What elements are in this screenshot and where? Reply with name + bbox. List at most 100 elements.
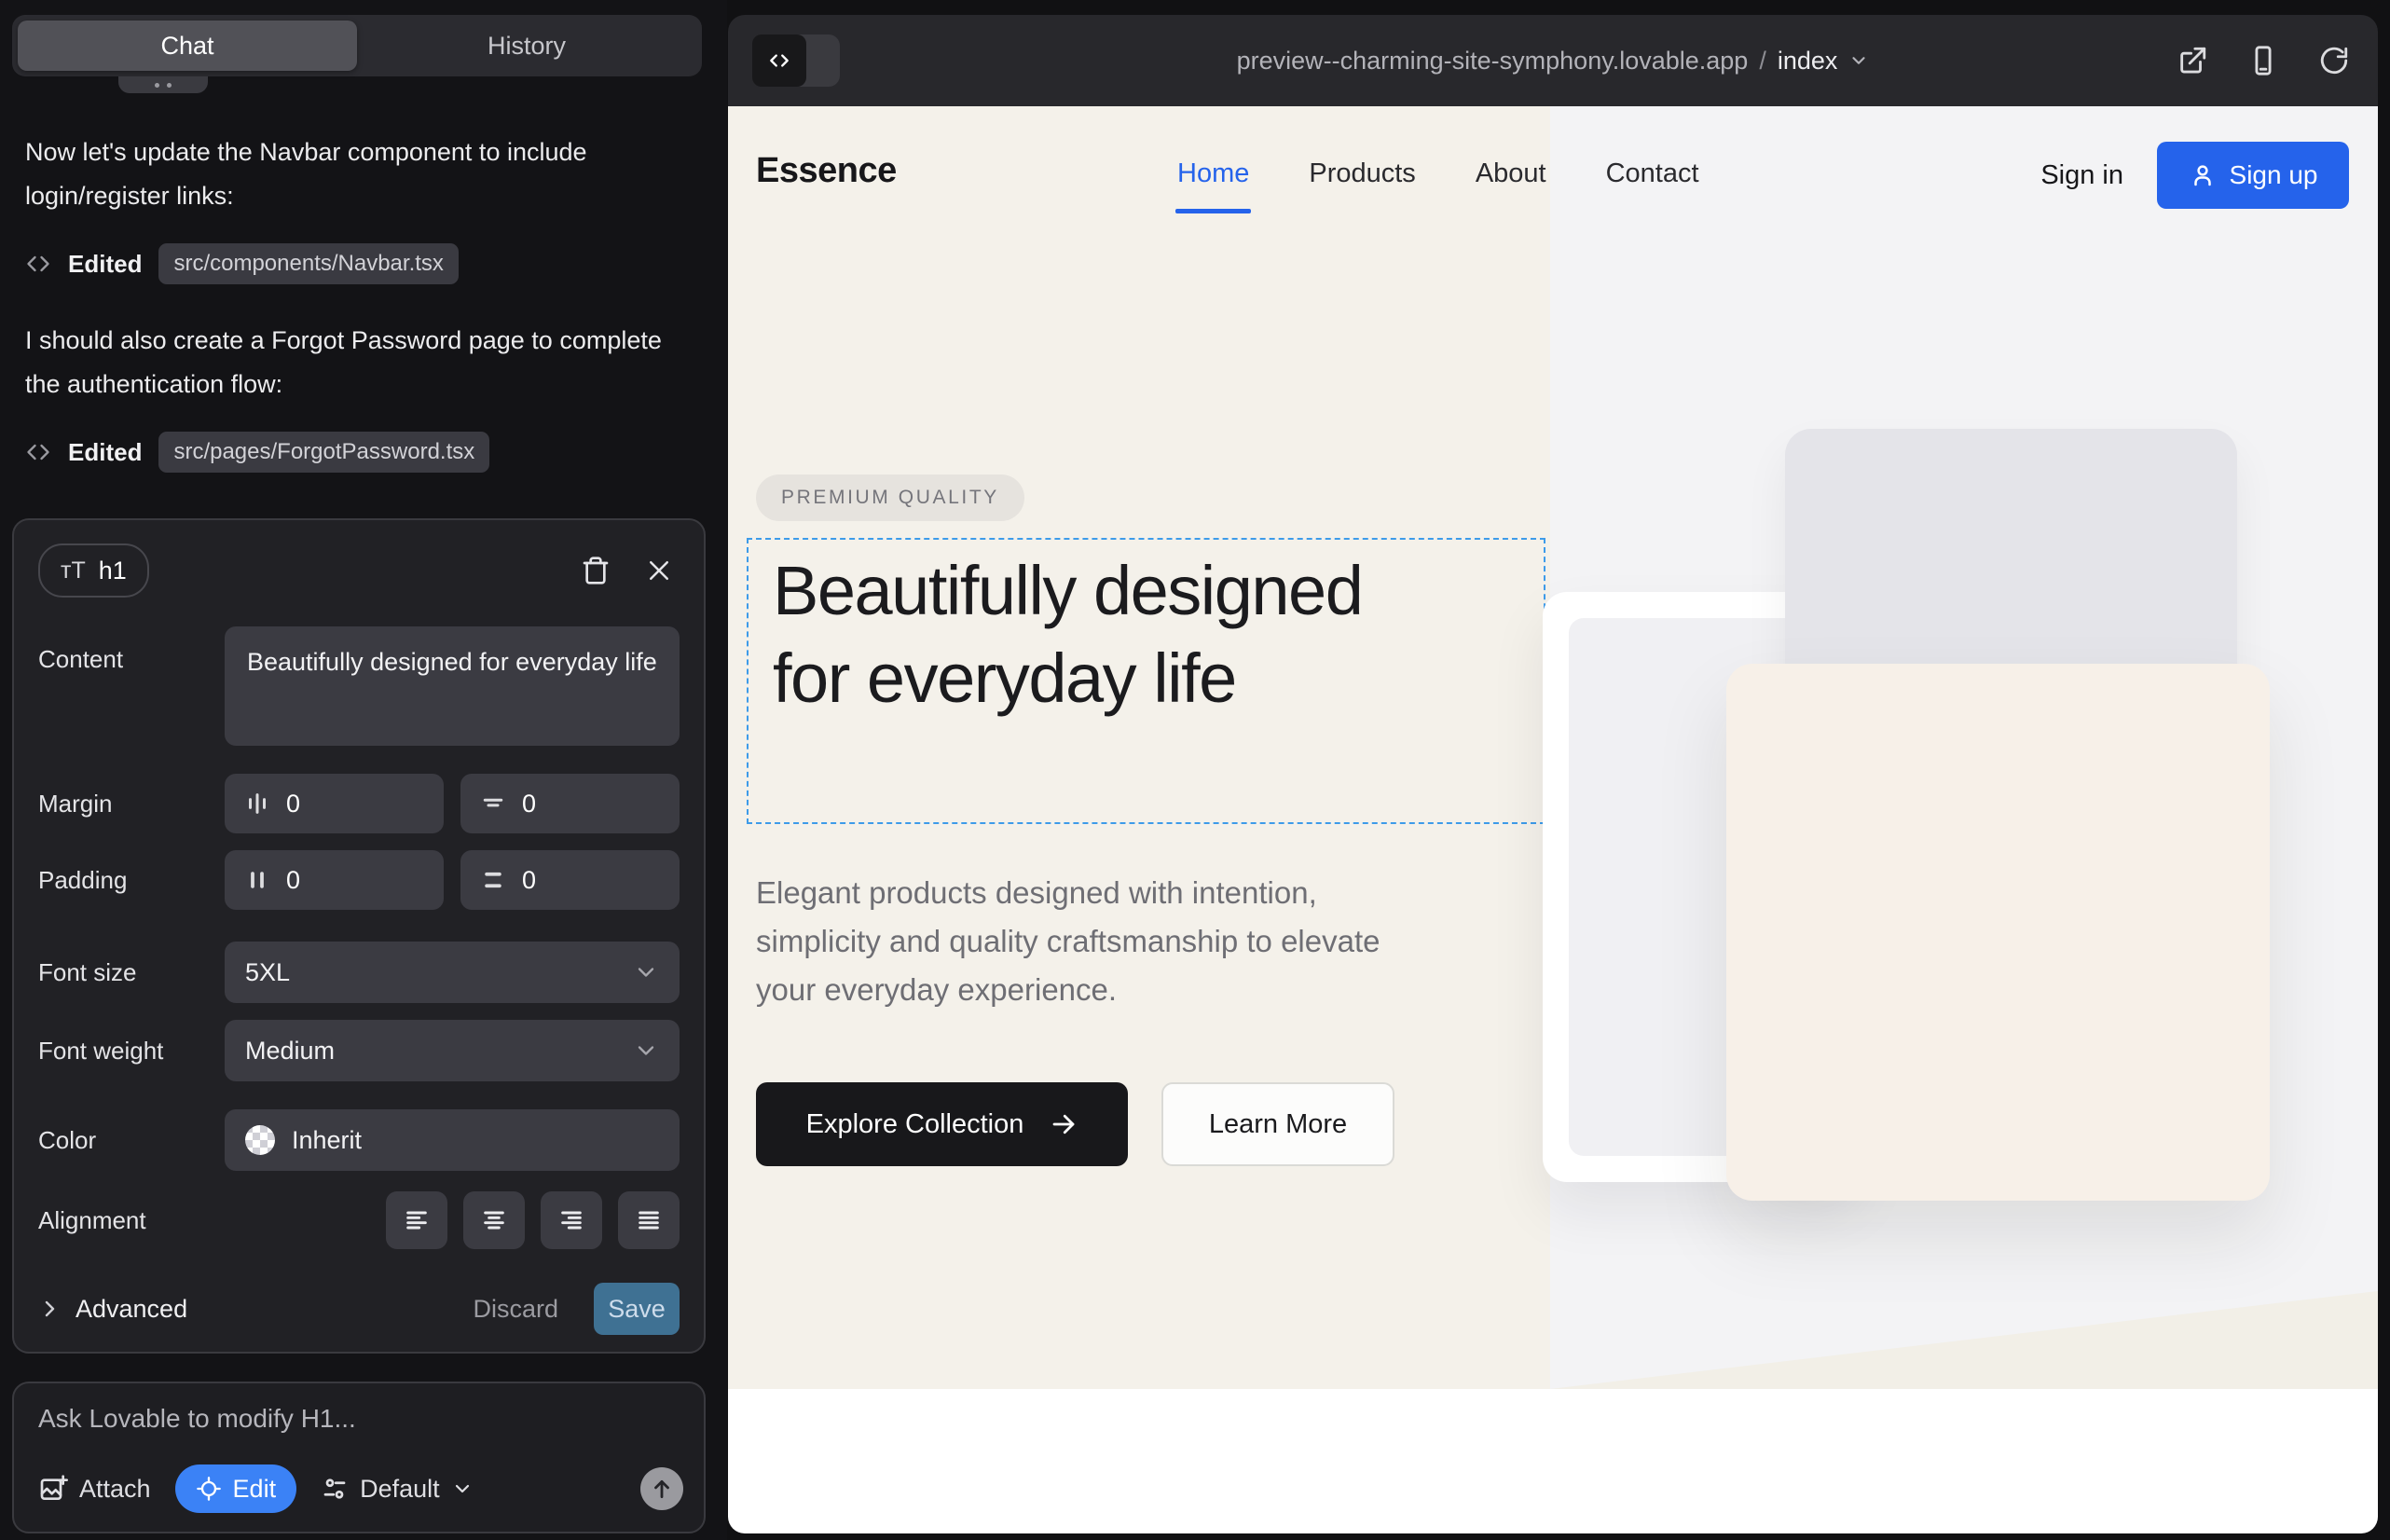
padding-label: Padding	[38, 866, 225, 895]
code-icon	[25, 251, 51, 277]
code-preview-toggle[interactable]	[752, 34, 840, 87]
h1-selection-outline[interactable]: Beautifully designed for everyday life	[747, 538, 1545, 824]
font-weight-value: Medium	[245, 1037, 633, 1066]
sliders-icon	[321, 1475, 349, 1503]
chevron-right-icon	[38, 1298, 61, 1320]
learn-more-button[interactable]: Learn More	[1161, 1082, 1394, 1166]
assistant-message: Now let's update the Navbar component to…	[25, 131, 683, 218]
url-bar[interactable]: preview--charming-site-symphony.lovable.…	[1237, 47, 1870, 76]
edit-label: Edit	[233, 1475, 277, 1504]
advanced-toggle[interactable]: Advanced	[38, 1295, 187, 1324]
edited-label: Edited	[68, 250, 142, 279]
save-button[interactable]: Save	[594, 1283, 680, 1335]
close-editor-button[interactable]	[639, 550, 680, 591]
font-size-value: 5XL	[245, 958, 633, 987]
content-input[interactable]: Beautifully designed for everyday life	[225, 626, 680, 746]
font-weight-select[interactable]: Medium	[225, 1020, 680, 1081]
send-button[interactable]	[640, 1467, 683, 1510]
nav-link-home[interactable]: Home	[1177, 158, 1249, 189]
color-swatch-transparent	[245, 1125, 275, 1155]
delete-element-button[interactable]	[575, 550, 616, 591]
padding-x-field[interactable]	[225, 850, 444, 910]
url-separator: /	[1759, 47, 1766, 76]
chevron-down-icon	[633, 1038, 659, 1064]
decor-card-beige	[1726, 664, 2270, 1201]
chat-composer: Attach Edit Default	[12, 1382, 706, 1533]
margin-x-input[interactable]	[286, 790, 361, 818]
nav-link-about[interactable]: About	[1476, 158, 1546, 189]
margin-label: Margin	[38, 790, 225, 818]
edited-file-row: Edited src/components/Navbar.tsx	[25, 241, 459, 287]
edit-mode-button[interactable]: Edit	[175, 1464, 297, 1513]
explore-collection-button[interactable]: Explore Collection	[756, 1082, 1128, 1166]
font-weight-label: Font weight	[38, 1037, 225, 1066]
padding-y-field[interactable]	[460, 850, 680, 910]
arrow-right-icon	[1050, 1110, 1078, 1138]
open-external-button[interactable]	[2177, 45, 2208, 76]
assistant-message: I should also create a Forgot Password p…	[25, 319, 683, 406]
padding-x-input[interactable]	[286, 866, 361, 895]
align-left-button[interactable]	[386, 1191, 447, 1249]
type-icon: тT	[61, 557, 86, 584]
scrolled-chip-fragment[interactable]	[118, 76, 208, 93]
explore-collection-label: Explore Collection	[806, 1109, 1024, 1140]
mode-label: Default	[360, 1475, 440, 1504]
edited-file-row: Edited src/pages/ForgotPassword.tsx	[25, 429, 489, 475]
align-center-icon	[479, 1205, 509, 1235]
hero-heading[interactable]: Beautifully designed for everyday life	[773, 547, 1369, 722]
discard-button[interactable]: Discard	[473, 1295, 558, 1324]
align-center-button[interactable]	[463, 1191, 525, 1249]
user-icon	[2189, 161, 2217, 189]
margin-horizontal-icon	[243, 790, 271, 818]
sign-in-link[interactable]: Sign in	[2040, 160, 2123, 191]
element-tag-label: h1	[99, 557, 127, 585]
code-icon	[25, 439, 51, 465]
color-label: Color	[38, 1126, 225, 1155]
refresh-button[interactable]	[2318, 45, 2350, 76]
element-editor-panel: тT h1 Content Beautifully designed for e…	[12, 518, 706, 1354]
code-icon[interactable]	[752, 34, 806, 87]
nav-link-contact[interactable]: Contact	[1606, 158, 1699, 189]
target-icon	[196, 1476, 222, 1502]
font-size-select[interactable]: 5XL	[225, 942, 680, 1003]
align-right-icon	[556, 1205, 586, 1235]
arrow-up-icon	[650, 1477, 674, 1501]
premium-quality-badge: PREMIUM QUALITY	[756, 474, 1024, 521]
mode-select[interactable]: Default	[321, 1475, 474, 1504]
mobile-view-button[interactable]	[2247, 45, 2279, 76]
color-value: Inherit	[292, 1126, 659, 1155]
align-justify-icon	[634, 1205, 664, 1235]
edited-file-chip[interactable]: src/pages/ForgotPassword.tsx	[158, 432, 489, 473]
padding-y-input[interactable]	[522, 866, 597, 895]
image-plus-icon	[38, 1474, 68, 1504]
trash-icon	[581, 556, 611, 585]
margin-x-field[interactable]	[225, 774, 444, 833]
sign-up-button[interactable]: Sign up	[2157, 142, 2349, 209]
sign-up-label: Sign up	[2230, 160, 2318, 190]
nav-link-products[interactable]: Products	[1309, 158, 1415, 189]
font-size-label: Font size	[38, 958, 225, 987]
composer-input[interactable]	[38, 1404, 598, 1434]
align-right-button[interactable]	[541, 1191, 602, 1249]
color-select[interactable]: Inherit	[225, 1109, 680, 1171]
site-nav: Home Products About Contact	[1177, 158, 1699, 189]
edited-file-chip[interactable]: src/components/Navbar.tsx	[158, 243, 458, 284]
chat-sidebar: Chat History Now let's update the Navbar…	[0, 0, 727, 1540]
hero-paragraph: Elegant products designed with intention…	[756, 869, 1408, 1014]
attach-button[interactable]: Attach	[38, 1474, 151, 1504]
element-tag-pill[interactable]: тT h1	[38, 543, 149, 598]
content-label: Content	[38, 626, 225, 674]
tab-chat[interactable]: Chat	[18, 21, 357, 71]
tab-history[interactable]: History	[357, 21, 696, 71]
site-logo[interactable]: Essence	[756, 151, 897, 191]
padding-vertical-icon	[479, 866, 507, 894]
preview-browser-window: preview--charming-site-symphony.lovable.…	[728, 15, 2378, 1533]
url-page: index	[1778, 47, 1838, 76]
advanced-label: Advanced	[76, 1295, 187, 1324]
attach-label: Attach	[79, 1475, 151, 1504]
margin-y-field[interactable]	[460, 774, 680, 833]
margin-y-input[interactable]	[522, 790, 597, 818]
url-domain: preview--charming-site-symphony.lovable.…	[1237, 47, 1749, 76]
align-justify-button[interactable]	[618, 1191, 680, 1249]
preview-page: Essence Home Products About Contact Sign…	[728, 106, 2378, 1533]
